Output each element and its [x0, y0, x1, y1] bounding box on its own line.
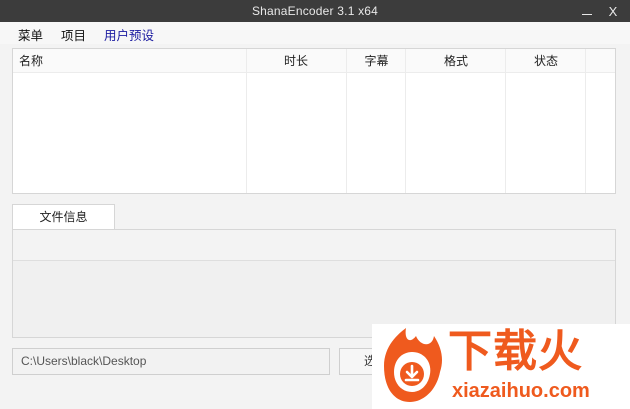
window-title: ShanaEncoder 3.1 x64 [251, 4, 379, 18]
flame-logo-icon [384, 328, 442, 402]
minimize-icon [582, 13, 592, 15]
close-button[interactable]: X [600, 0, 626, 22]
file-info-header [13, 230, 615, 261]
watermark-text: 下载火 [448, 326, 583, 377]
column-divider[interactable] [405, 49, 406, 193]
title-bar[interactable]: ShanaEncoder 3.1 x64 X [0, 0, 630, 22]
tab-file-info[interactable]: 文件信息 [12, 204, 115, 229]
menu-item-menu[interactable]: 菜单 [18, 25, 43, 44]
column-header-status[interactable]: 状态 [506, 49, 586, 73]
column-divider[interactable] [585, 49, 586, 193]
column-divider[interactable] [346, 49, 347, 193]
column-header-duration[interactable]: 时长 [246, 49, 346, 73]
menu-item-user-presets[interactable]: 用户预设 [104, 25, 154, 44]
column-header-subtitle[interactable]: 字幕 [347, 49, 406, 73]
watermark: 下载火 xiazaihuo.com [372, 324, 630, 409]
file-info-panel [12, 229, 616, 338]
file-list-table[interactable]: 名称 时长 字幕 格式 状态 [12, 48, 616, 194]
column-divider[interactable] [505, 49, 506, 193]
menu-bar: 菜单 项目 用户预设 [0, 22, 630, 44]
column-divider[interactable] [246, 49, 247, 193]
app-window: ShanaEncoder 3.1 x64 X 菜单 项目 用户预设 名称 时长 … [0, 0, 630, 409]
minimize-button[interactable] [574, 0, 600, 22]
column-header-format[interactable]: 格式 [406, 49, 506, 73]
output-path-field[interactable]: C:\Users\black\Desktop [12, 348, 330, 375]
column-header-name[interactable]: 名称 [19, 49, 43, 73]
watermark-url: xiazaihuo.com [452, 380, 590, 402]
menu-item-project[interactable]: 项目 [61, 25, 86, 44]
table-header: 名称 时长 字幕 格式 状态 [13, 49, 615, 73]
